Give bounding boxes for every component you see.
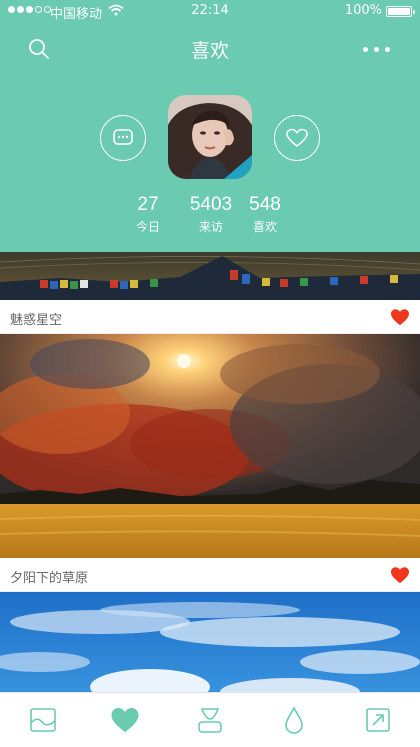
stat-label: 今日 bbox=[135, 220, 160, 234]
tab-gallery[interactable] bbox=[28, 705, 58, 735]
heart-icon[interactable] bbox=[390, 566, 410, 584]
nav-bar: 喜欢 bbox=[0, 28, 420, 68]
heart-icon[interactable] bbox=[390, 308, 410, 326]
avatar[interactable] bbox=[168, 95, 252, 179]
person-icon bbox=[198, 708, 222, 733]
message-button[interactable] bbox=[100, 115, 146, 161]
heart-icon bbox=[111, 708, 139, 732]
stat-today: 27 今日 bbox=[113, 194, 183, 235]
status-bar: 中国移动 22:14 100% bbox=[0, 0, 420, 22]
share-icon bbox=[366, 708, 390, 732]
photo-caption: 夕阳下的草原 bbox=[10, 571, 89, 586]
battery-icon bbox=[386, 6, 415, 17]
photo-feed[interactable]: 魅惑星空 夕阳下的草原 bbox=[0, 252, 420, 692]
battery-percent: 100% bbox=[344, 3, 382, 18]
feed-photo[interactable] bbox=[0, 334, 420, 558]
more-button[interactable] bbox=[356, 34, 396, 64]
bottom-tab-bar bbox=[0, 692, 420, 747]
heart-outline-icon bbox=[286, 128, 308, 148]
tab-share[interactable] bbox=[363, 705, 393, 735]
tab-drop[interactable] bbox=[279, 705, 309, 735]
stat-label: 喜欢 bbox=[252, 220, 277, 234]
stat-value: 27 bbox=[137, 194, 159, 215]
feed-photo[interactable] bbox=[0, 592, 420, 692]
like-profile-button[interactable] bbox=[274, 115, 320, 161]
chat-bubble-icon bbox=[113, 129, 133, 145]
tab-profile[interactable] bbox=[195, 705, 225, 735]
likes-screen: 中国移动 22:14 100% 喜欢 27 今日 5403 来访 548 喜欢 … bbox=[0, 0, 420, 747]
profile-stats: 27 今日 5403 来访 548 喜欢 bbox=[0, 194, 420, 240]
stat-value: 548 bbox=[249, 194, 281, 215]
avatar-photo bbox=[168, 95, 252, 179]
more-dots-icon bbox=[362, 46, 368, 52]
feed-item-caption-row: 夕阳下的草原 bbox=[0, 558, 420, 592]
stat-likes: 548 喜欢 bbox=[230, 194, 300, 235]
drop-icon bbox=[285, 706, 303, 734]
picture-icon bbox=[30, 708, 56, 732]
feed-item-caption-row: 魅惑星空 bbox=[0, 300, 420, 334]
tab-likes[interactable] bbox=[110, 705, 140, 735]
feed-photo[interactable] bbox=[0, 252, 420, 300]
profile-header: 中国移动 22:14 100% 喜欢 27 今日 5403 来访 548 喜欢 bbox=[0, 0, 420, 252]
photo-caption: 魅惑星空 bbox=[10, 313, 63, 328]
